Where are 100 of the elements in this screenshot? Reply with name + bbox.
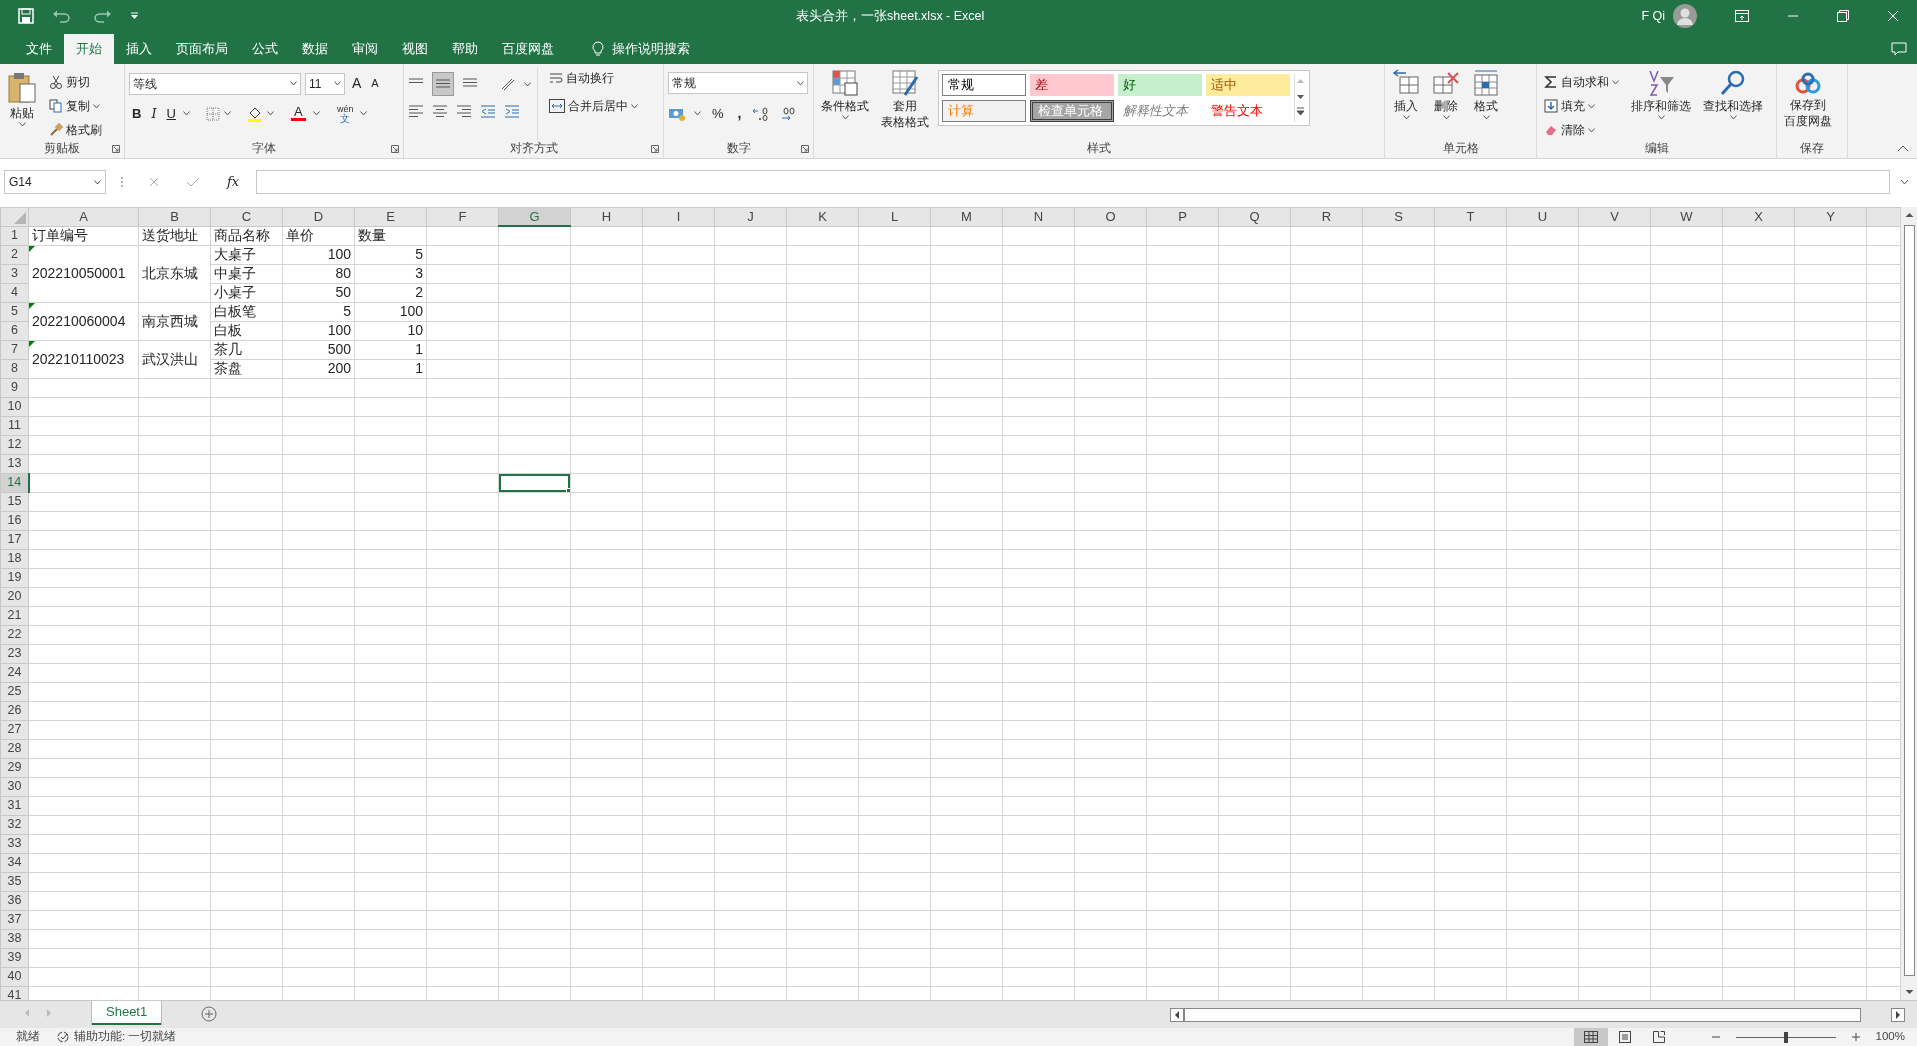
dialog-launcher-icon[interactable] [391,145,399,153]
close-icon[interactable] [1887,10,1899,22]
column-header[interactable]: O [1074,207,1147,226]
accessibility-icon[interactable] [56,1030,70,1044]
caret-icon[interactable] [94,179,101,185]
ribbon-tab[interactable]: 数据 [290,34,340,64]
column-header[interactable]: A [28,207,139,226]
ribbon-tab[interactable]: 文件 [14,34,64,64]
column-header[interactable]: P [1146,207,1219,226]
bold-button[interactable]: B [129,103,145,125]
cell-style-option[interactable]: 好 [1118,74,1202,96]
column-header[interactable]: E [354,207,427,226]
format-as-table-button[interactable]: 套用 表格格式 [878,68,932,140]
zoom-in-icon[interactable] [1851,1033,1860,1041]
column-header[interactable]: V [1578,207,1651,226]
caret-icon[interactable] [266,111,274,117]
underline-button[interactable]: U [163,103,179,125]
phonetic-button[interactable]: wén 文 [333,103,357,124]
caret-icon[interactable] [312,111,320,117]
caret-icon[interactable] [841,115,849,120]
column-header[interactable]: C [210,207,283,226]
align-right-icon[interactable] [456,104,472,118]
tell-me-search[interactable]: 操作说明搜索 [580,34,702,64]
caret-icon[interactable] [1588,127,1595,133]
caret-icon[interactable] [18,122,26,127]
column-header[interactable]: R [1290,207,1363,226]
column-header[interactable]: D [282,207,355,226]
caret-icon[interactable] [360,111,368,117]
ribbon-tab[interactable]: 帮助 [440,34,490,64]
cell-style-option[interactable]: 适中 [1206,74,1290,96]
find-select-button[interactable]: 查找和选择 [1700,68,1766,140]
restore-icon[interactable] [1837,10,1849,22]
dialog-launcher-icon[interactable] [651,145,659,153]
name-box[interactable]: G14 [4,170,106,194]
merge-center-button[interactable]: 合并后居中 [546,96,641,116]
format-cells-button[interactable]: 格式 [1469,68,1503,140]
accessibility-status[interactable]: 辅助功能: 一切就绪 [74,1028,177,1046]
dialog-launcher-icon[interactable] [801,145,809,153]
shrink-font-button[interactable]: A [368,74,382,93]
user-name[interactable]: F Qi [1641,6,1665,26]
insert-cells-button[interactable]: 插入 [1389,68,1423,140]
caret-icon[interactable] [1402,115,1410,120]
zoom-out-icon[interactable] [1711,1033,1720,1041]
scroll-thumb[interactable] [1903,225,1915,976]
grow-font-button[interactable]: A [349,72,365,95]
formula-input[interactable] [256,170,1890,194]
caret-icon[interactable] [631,103,638,109]
clear-button[interactable]: 清除 [1541,120,1622,140]
column-header[interactable]: K [786,207,859,226]
scroll-right-icon[interactable] [1891,1008,1905,1022]
cut-button[interactable]: 剪切 [46,72,105,92]
font-size-dropdown[interactable]: 11 [305,72,345,95]
column-header[interactable]: W [1650,207,1723,226]
column-header[interactable]: G [498,207,571,226]
wrap-text-button[interactable]: 自动换行 [546,68,641,88]
column-header[interactable]: Q [1218,207,1291,226]
caret-icon[interactable] [1612,79,1619,85]
percent-button[interactable]: % [709,102,727,125]
sum-button[interactable]: 自动求和 [1541,72,1622,92]
caret-icon[interactable] [797,80,804,86]
ribbon-tab[interactable]: 插入 [114,34,164,64]
ribbon-tab[interactable]: 公式 [240,34,290,64]
orientation-icon[interactable] [500,77,516,91]
column-header[interactable]: M [930,207,1003,226]
align-center-icon[interactable] [432,104,448,118]
active-cell[interactable] [498,473,571,492]
sort-filter-button[interactable]: 排序和筛选 [1628,68,1694,140]
increase-decimal-icon[interactable] [752,106,771,121]
font-color-button[interactable]: A [287,105,309,123]
increase-indent-icon[interactable] [504,104,520,118]
decrease-indent-icon[interactable] [480,104,496,118]
column-header[interactable]: T [1434,207,1507,226]
caret-icon[interactable] [334,81,341,86]
comment-icon[interactable] [1891,42,1907,56]
comma-button[interactable]: , [734,102,745,125]
caret-icon[interactable] [290,81,297,86]
save-to-cloud-button[interactable]: 保存到 百度网盘 [1781,68,1835,140]
expand-icon[interactable] [1900,179,1909,185]
ribbon-tab[interactable]: 开始 [64,34,114,64]
column-header[interactable]: L [858,207,931,226]
cell-style-option[interactable]: 解释性文本 [1118,100,1202,122]
insert-function-button[interactable]: fx [224,171,243,193]
zoom-slider-thumb[interactable] [1783,1031,1788,1043]
ribbon-options-icon[interactable] [1735,10,1749,22]
caret-icon[interactable] [1482,115,1490,120]
ribbon-tab[interactable]: 页面布局 [164,34,240,64]
column-header[interactable]: N [1002,207,1075,226]
fill-button[interactable]: 填充 [1541,96,1622,116]
cell-style-option[interactable]: 常规 [942,74,1026,96]
column-header[interactable]: X [1722,207,1795,226]
save-icon[interactable] [18,8,34,24]
font-name-dropdown[interactable]: 等线 [129,72,301,95]
ribbon-tab[interactable]: 百度网盘 [490,34,566,64]
caret-icon[interactable] [1729,115,1737,120]
delete-cells-button[interactable]: 删除 [1429,68,1463,140]
column-header[interactable]: J [714,207,787,226]
conditional-format-button[interactable]: 条件格式 [818,68,872,140]
caret-icon[interactable] [1442,115,1450,120]
currency-icon[interactable] [668,106,686,121]
ribbon-tab[interactable]: 审阅 [340,34,390,64]
